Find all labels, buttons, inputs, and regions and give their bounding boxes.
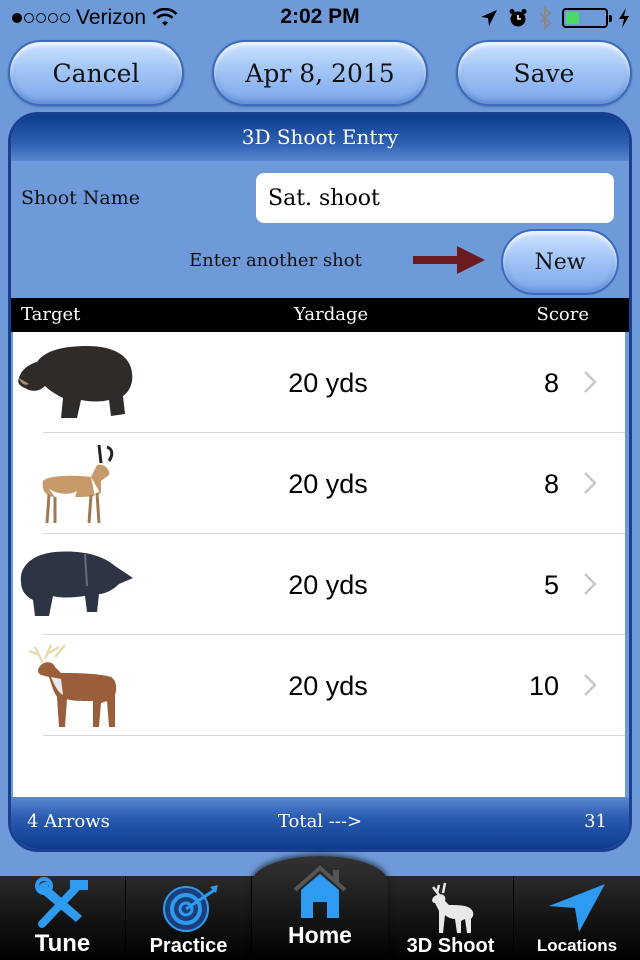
shoot-entry-panel: 3D Shoot Entry Shoot Name Enter another …: [8, 112, 632, 852]
row-score: 10: [528, 671, 559, 701]
shoot-name-input[interactable]: [256, 173, 614, 223]
home-icon: [293, 865, 347, 918]
table-row[interactable]: 20 yds 8: [13, 433, 625, 534]
tools-icon: [34, 877, 88, 928]
header-score: Score: [536, 304, 589, 325]
total-score: 31: [584, 811, 607, 832]
chevron-right-icon: [584, 573, 597, 595]
arrow-right-icon: [413, 246, 485, 274]
chevron-right-icon: [584, 472, 597, 494]
date-button[interactable]: Apr 8, 2015: [212, 40, 428, 106]
table-header: Target Yardage Score: [11, 298, 629, 332]
alarm-icon: [509, 9, 527, 27]
bluetooth-icon: [539, 6, 552, 30]
tab-tune[interactable]: Tune: [0, 876, 126, 960]
row-yardage: 20 yds: [288, 570, 368, 600]
row-score: 8: [543, 469, 559, 499]
cancel-button[interactable]: Cancel: [8, 40, 184, 106]
panel-title: 3D Shoot Entry: [11, 115, 629, 161]
status-right: [480, 6, 630, 30]
location-arrow-icon: [549, 884, 605, 932]
row-score: 8: [543, 368, 559, 398]
charging-icon: [619, 8, 629, 28]
tab-label: Locations: [536, 936, 618, 955]
enter-another-shot-label: Enter another shot: [189, 250, 362, 271]
tab-home[interactable]: Home: [252, 856, 388, 960]
tab-label: Tune: [34, 930, 91, 957]
tab-label: Home: [288, 922, 352, 948]
table-row[interactable]: 20 yds 5: [13, 534, 625, 635]
shots-table: 20 yds 8 20 yds 8 20 yds 5 20 yds 10: [13, 332, 625, 800]
tab-3d-shoot[interactable]: 3D Shoot: [388, 876, 514, 960]
panel-footer: 4 Arrows Total ---> 31: [11, 797, 629, 849]
row-yardage: 20 yds: [288, 368, 368, 398]
deer-icon: [431, 882, 473, 933]
row-yardage: 20 yds: [288, 469, 368, 499]
tab-locations[interactable]: Locations: [514, 876, 640, 960]
chevron-right-icon: [584, 371, 597, 393]
new-shot-button[interactable]: New: [501, 229, 619, 295]
shoot-name-label: Shoot Name: [21, 187, 141, 209]
status-bar: Verizon 2:02 PM: [0, 0, 640, 36]
table-row[interactable]: 20 yds 10: [13, 635, 625, 736]
location-icon: [481, 10, 497, 26]
total-label: Total --->: [277, 811, 363, 832]
chevron-right-icon: [584, 674, 597, 696]
tab-label: Practice: [149, 935, 228, 957]
save-button[interactable]: Save: [456, 40, 632, 106]
row-score: 5: [543, 570, 559, 600]
shoot-name-row: Shoot Name: [21, 173, 621, 225]
tab-label: 3D Shoot: [406, 935, 495, 957]
table-row[interactable]: 20 yds 8: [13, 332, 625, 433]
battery-icon: [562, 8, 612, 28]
target-icon: [162, 885, 218, 932]
tab-practice[interactable]: Practice: [126, 876, 252, 960]
